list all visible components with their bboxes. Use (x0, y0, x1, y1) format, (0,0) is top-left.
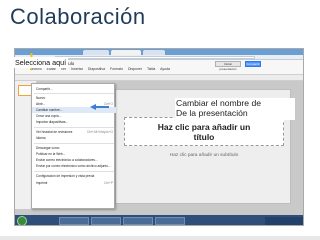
menu-divider (34, 93, 114, 94)
file-menu-item-label: Crear una copia... (36, 114, 62, 118)
file-menu-item-label: Imprimir (36, 181, 48, 185)
taskbar-button[interactable] (155, 217, 185, 225)
cambiar-label-line1: Cambiar el nombre de (176, 98, 262, 108)
slide-footer-line (0, 236, 320, 240)
file-menu-item-label: Nuevo (36, 96, 46, 100)
file-menu-item-label: Cambiar nombre... (36, 108, 63, 112)
screenshot-frame: Presentación sin título Archivo Editar V… (14, 48, 304, 226)
menu-formato[interactable]: Formato (110, 67, 123, 71)
file-menu-item[interactable]: Imprimir Ctrl+P (32, 180, 116, 186)
menu-divider (34, 127, 114, 128)
taskbar-button[interactable] (91, 217, 121, 225)
file-menu-item-label: Publicar en la Web... (36, 152, 66, 156)
present-button[interactable]: Iniciar presentación (215, 61, 241, 71)
start-orb-icon[interactable] (17, 216, 27, 225)
file-menu-item[interactable]: Importar diapositivas... (32, 119, 116, 125)
title-placeholder-line2: título (193, 132, 215, 142)
slide-title: Colaboración (10, 4, 146, 29)
menu-divider (34, 171, 114, 172)
title-placeholder-line1: Haz clic para añadir un (157, 122, 251, 132)
menu-ayuda[interactable]: Ayuda (160, 67, 170, 71)
menu-insertar[interactable]: Insertar (71, 67, 83, 71)
file-menu-item-label: Abrir... (36, 102, 46, 106)
taskbar-button[interactable] (59, 217, 89, 225)
cambiar-nombre-label: Cambiar el nombre de De la presentación (175, 98, 295, 120)
menu-diapositiva[interactable]: Diapositiva (88, 67, 105, 71)
file-menu-item-label: Enviar correo electrónico a colaboradore… (36, 158, 98, 162)
file-menu-item[interactable]: Idioma (32, 135, 116, 141)
menu-shortcut: Ctrl+P (104, 181, 113, 185)
file-menu-item[interactable]: Configuración de impresión y vista previ… (32, 173, 116, 179)
url-field[interactable] (55, 56, 255, 59)
file-menu-item-label: Idioma (36, 136, 46, 140)
file-menu-item[interactable]: Enviar por correo electrónico como archi… (32, 163, 116, 169)
subtitle-placeholder[interactable]: Haz clic para añadir un subtítulo (124, 150, 284, 162)
windows-taskbar (15, 215, 303, 225)
file-menu-item-label: Enviar por correo electrónico como archi… (36, 164, 111, 168)
system-tray (265, 217, 303, 225)
title-placeholder[interactable]: Haz clic para añadir un título (124, 117, 284, 146)
file-menu-item-label: Configuración de impresión y vista previ… (36, 174, 95, 178)
share-button[interactable]: Compartir (245, 61, 261, 67)
cambiar-label-line2: De la presentación (176, 108, 248, 118)
menu-tabla[interactable]: Tabla (147, 67, 155, 71)
toolbar (15, 75, 303, 81)
file-menu-dropdown: Compartir... Nuevo Abrir... Ctrl+O Cambia… (31, 83, 116, 209)
file-menu-item-label: Compartir... (36, 87, 53, 91)
file-menu-item-label: Importar diapositivas... (36, 120, 69, 124)
file-menu-item-label: Descargar como (36, 146, 60, 150)
menu-divider (34, 143, 114, 144)
file-menu-item-label: Ver historial de revisiones (36, 130, 73, 134)
selecciona-label: Selecciona aquí (14, 57, 68, 68)
menu-disponer[interactable]: Disponer (128, 67, 142, 71)
taskbar-button[interactable] (123, 217, 153, 225)
blue-arrow-icon (90, 104, 109, 110)
file-menu-item[interactable]: Compartir... (32, 86, 116, 92)
